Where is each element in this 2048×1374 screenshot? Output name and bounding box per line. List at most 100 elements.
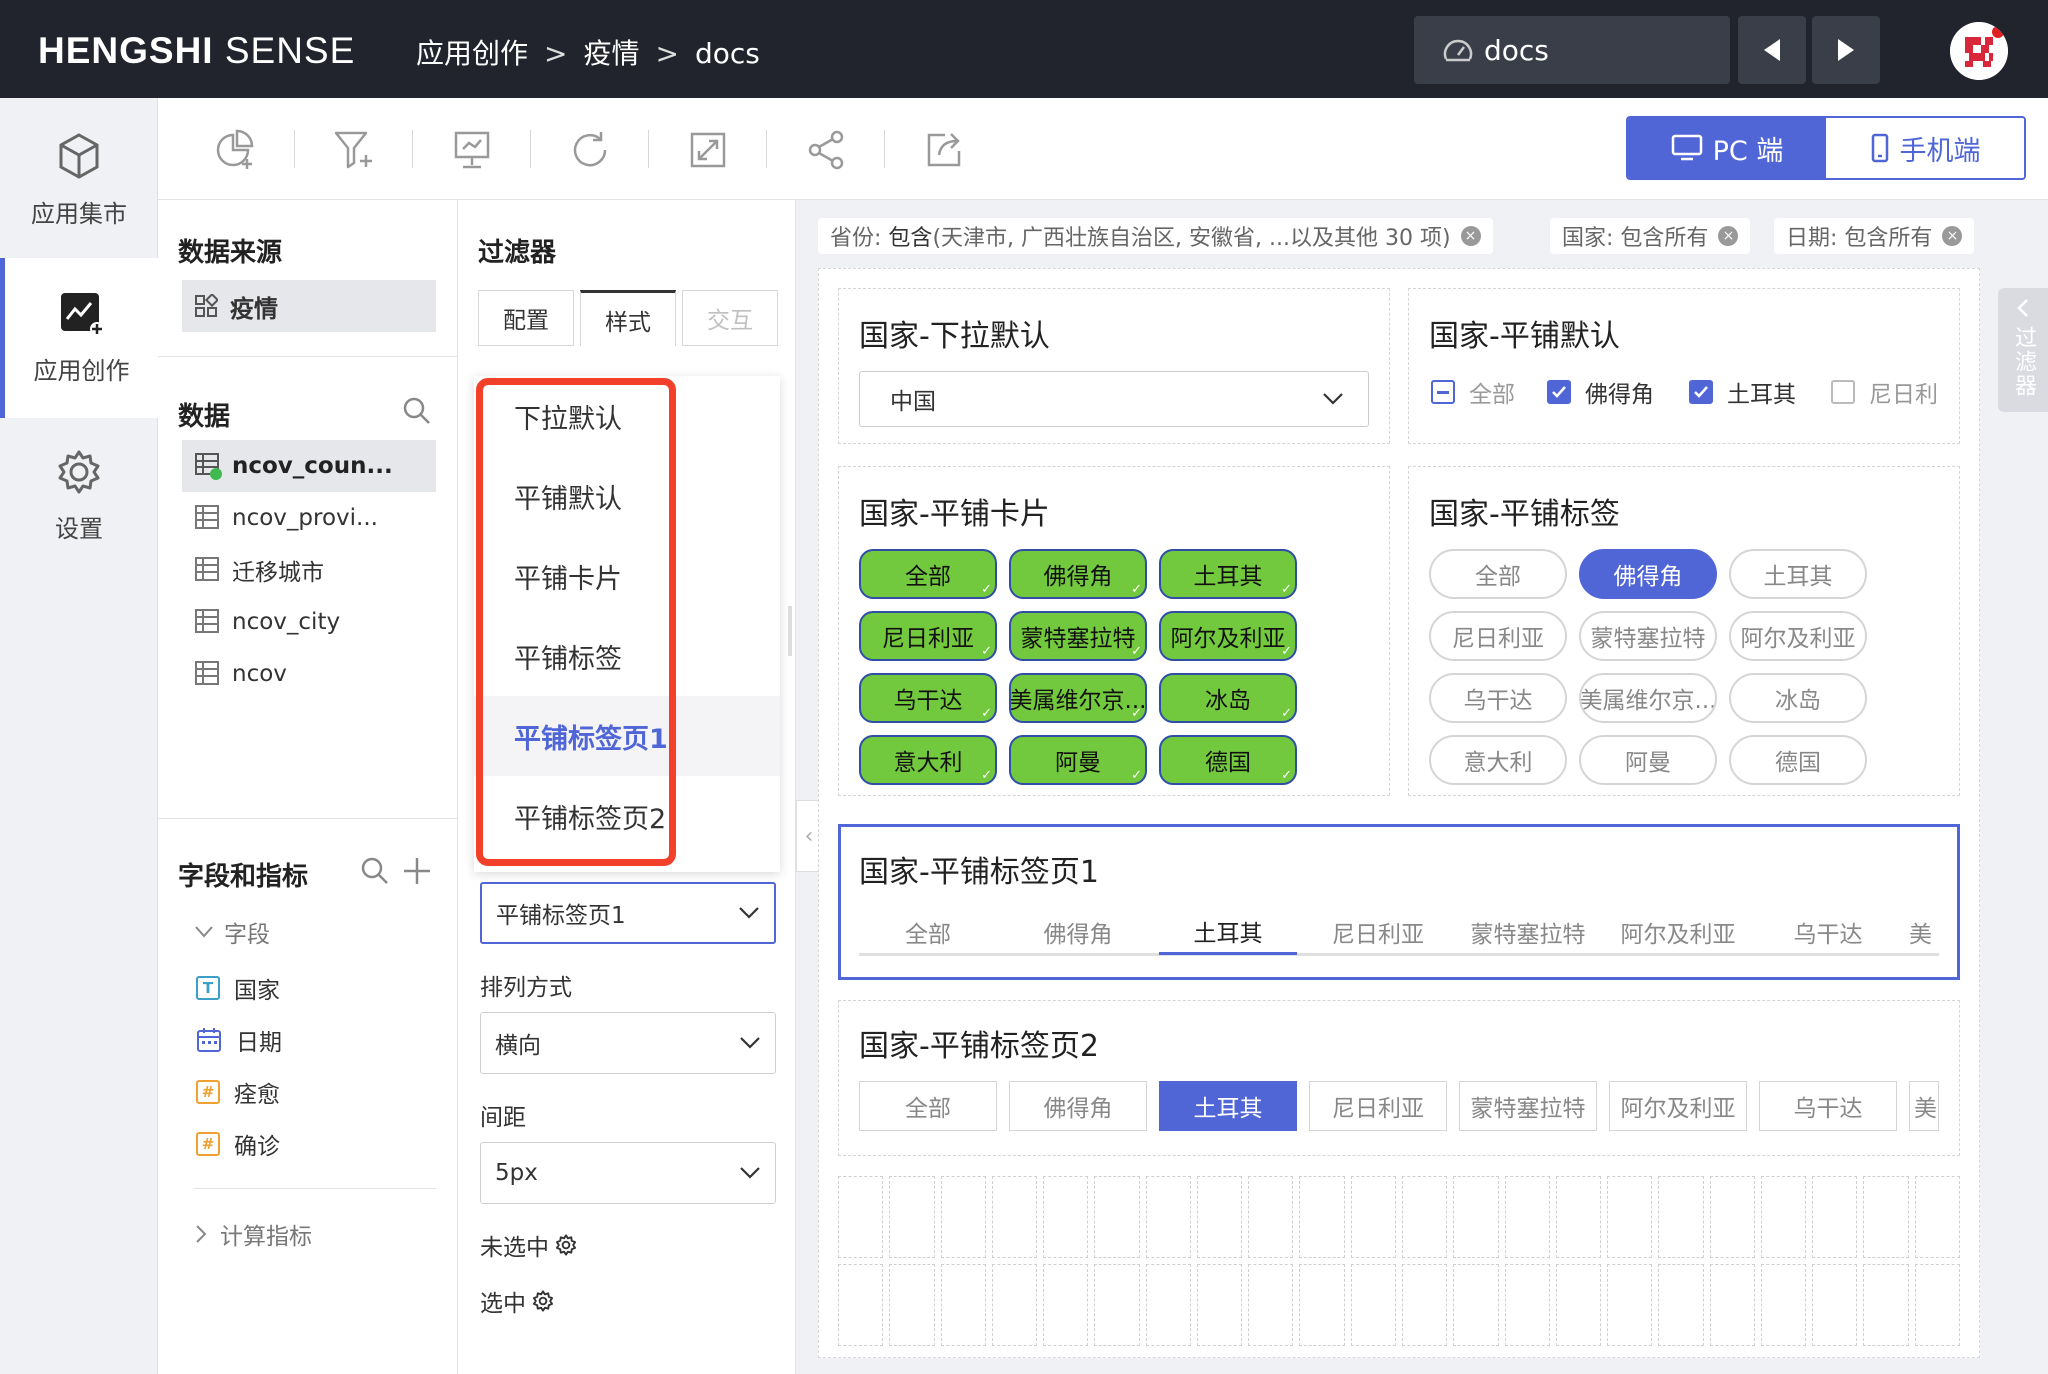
dropdown-option[interactable]: 平铺标签页2 (474, 776, 780, 856)
checkbox-item[interactable]: 土耳其 (1689, 375, 1796, 409)
card-option[interactable]: 德国 (1159, 735, 1297, 785)
unselected-style-setting[interactable]: 未选中 (480, 1228, 577, 1262)
arrange-select[interactable]: 横向 (480, 1012, 776, 1074)
tab-option[interactable]: 美 (1909, 909, 1939, 955)
fields-group-toggle[interactable]: 字段 (194, 912, 270, 952)
mobile-mode-button[interactable]: 手机端 (1826, 118, 2024, 178)
next-dashboard-button[interactable] (1812, 16, 1880, 84)
dropdown-scrollbar[interactable] (788, 606, 792, 656)
style-select[interactable]: 平铺标签页1 (480, 882, 776, 944)
calc-metrics-toggle[interactable]: 计算指标 (194, 1214, 312, 1254)
card-option[interactable]: 意大利 (859, 735, 997, 785)
widget-country-tab-page1[interactable]: 国家-平铺标签页1 全部 佛得角 土耳其 尼日利亚 蒙特塞拉特 阿尔及利亚 乌干… (838, 824, 1960, 980)
tab-option-selected[interactable]: 土耳其 (1159, 909, 1297, 955)
add-field-button[interactable] (402, 856, 432, 890)
avatar[interactable] (1950, 22, 2008, 80)
widget-country-dropdown[interactable]: 国家-下拉默认 中国 (838, 288, 1390, 444)
card-option[interactable]: 尼日利亚 (859, 611, 997, 661)
refresh-button[interactable] (566, 126, 614, 174)
pc-mode-button[interactable]: PC 端 (1628, 118, 1826, 178)
tag-option[interactable]: 冰岛 (1729, 673, 1867, 723)
tag-option[interactable]: 土耳其 (1729, 549, 1867, 599)
tag-option[interactable]: 阿尔及利亚 (1729, 611, 1867, 661)
dropdown-option[interactable]: 平铺默认 (474, 456, 780, 536)
tab-option-selected[interactable]: 土耳其 (1159, 1081, 1297, 1131)
field-item[interactable]: # 痊愈 (196, 1072, 280, 1112)
dropdown-option[interactable]: 平铺卡片 (474, 536, 780, 616)
side-filter-tab[interactable]: 过滤器 (1998, 288, 2048, 412)
checkbox-item[interactable]: 尼日利 (1831, 375, 1947, 409)
card-option[interactable]: 全部 (859, 549, 997, 599)
tab-style[interactable]: 样式 (580, 290, 676, 346)
tab-option[interactable]: 蒙特塞拉特 (1459, 909, 1597, 955)
previous-dashboard-button[interactable] (1738, 16, 1806, 84)
tab-option[interactable]: 乌干达 (1759, 909, 1897, 955)
add-chart-button[interactable] (212, 126, 260, 174)
tag-option[interactable]: 乌干达 (1429, 673, 1567, 723)
tab-option[interactable]: 全部 (859, 1081, 997, 1131)
table-item[interactable]: 迁移城市 (182, 544, 436, 596)
card-option[interactable]: 美属维尔京... (1009, 673, 1147, 723)
tag-option[interactable]: 蒙特塞拉特 (1579, 611, 1717, 661)
close-icon[interactable]: × (1460, 226, 1481, 246)
fullscreen-button[interactable] (684, 126, 732, 174)
rail-item-create[interactable]: 应用创作 (0, 258, 158, 418)
tag-option[interactable]: 德国 (1729, 735, 1867, 785)
field-item[interactable]: T 国家 (196, 968, 280, 1008)
table-item[interactable]: ncov (182, 648, 436, 700)
widget-country-tab-page2[interactable]: 国家-平铺标签页2 全部 佛得角 土耳其 尼日利亚 蒙特塞拉特 阿尔及利亚 乌干… (838, 1000, 1960, 1156)
tab-option[interactable]: 全部 (859, 909, 997, 955)
tag-option[interactable]: 意大利 (1429, 735, 1567, 785)
data-source-item[interactable]: 疫情 (182, 280, 436, 332)
widget-country-tile-default[interactable]: 国家-平铺默认 全部 佛得角 土耳其 尼日利 (1408, 288, 1960, 444)
breadcrumb-item[interactable]: 应用创作 (416, 37, 528, 70)
close-icon[interactable]: × (1718, 226, 1739, 246)
selected-style-setting[interactable]: 选中 (480, 1284, 554, 1318)
tag-option-selected[interactable]: 佛得角 (1579, 549, 1717, 599)
rail-item-market[interactable]: 应用集市 (0, 100, 158, 260)
tab-option[interactable]: 美 (1909, 1081, 1939, 1131)
widget-country-tile-card[interactable]: 国家-平铺卡片 全部 佛得角 土耳其 尼日利亚 蒙特塞拉特 阿尔及利亚 乌干达 … (838, 466, 1390, 796)
widget-country-tile-tag[interactable]: 国家-平铺标签 全部 佛得角 土耳其 尼日利亚 蒙特塞拉特 阿尔及利亚 乌干达 … (1408, 466, 1960, 796)
tab-option[interactable]: 佛得角 (1009, 909, 1147, 955)
add-presentation-button[interactable] (448, 126, 496, 174)
table-item[interactable]: ncov_city (182, 596, 436, 648)
tab-option[interactable]: 尼日利亚 (1309, 1081, 1447, 1131)
table-item[interactable]: ncov_coun... (182, 440, 436, 492)
field-item[interactable]: 日期 (196, 1020, 282, 1060)
card-option[interactable]: 蒙特塞拉特 (1009, 611, 1147, 661)
tab-interaction[interactable]: 交互 (682, 290, 778, 346)
table-item[interactable]: ncov_provi... (182, 492, 436, 544)
tag-option[interactable]: 阿曼 (1579, 735, 1717, 785)
tag-option[interactable]: 美属维尔京... (1579, 673, 1717, 723)
filter-chip-province[interactable]: 省份: 包含 (天津市, 广西壮族自治区, 安徽省, ...以及其他 30 项) … (818, 218, 1493, 254)
tab-config[interactable]: 配置 (478, 290, 574, 346)
country-select[interactable]: 中国 (859, 371, 1369, 427)
dropdown-option[interactable]: 平铺标签 (474, 616, 780, 696)
search-data-button[interactable] (402, 396, 432, 430)
card-option[interactable]: 土耳其 (1159, 549, 1297, 599)
tab-option[interactable]: 蒙特塞拉特 (1459, 1081, 1597, 1131)
tab-option[interactable]: 佛得角 (1009, 1081, 1147, 1131)
tab-option[interactable]: 阿尔及利亚 (1609, 1081, 1747, 1131)
rail-item-settings[interactable]: 设置 (0, 416, 158, 576)
close-icon[interactable]: × (1942, 226, 1963, 246)
search-fields-button[interactable] (360, 856, 390, 890)
checkbox-all[interactable]: 全部 (1431, 375, 1515, 409)
card-option[interactable]: 阿尔及利亚 (1159, 611, 1297, 661)
tab-option[interactable]: 乌干达 (1759, 1081, 1897, 1131)
tab-option[interactable]: 尼日利亚 (1309, 909, 1447, 955)
add-filter-button[interactable] (330, 126, 378, 174)
spacing-select[interactable]: 5px (480, 1142, 776, 1204)
field-item[interactable]: # 确诊 (196, 1124, 280, 1164)
tab-option[interactable]: 阿尔及利亚 (1609, 909, 1747, 955)
checkbox-item[interactable]: 佛得角 (1547, 375, 1654, 409)
tag-option[interactable]: 全部 (1429, 549, 1567, 599)
card-option[interactable]: 阿曼 (1009, 735, 1147, 785)
dropdown-option[interactable]: 下拉默认 (474, 376, 780, 456)
card-option[interactable]: 佛得角 (1009, 549, 1147, 599)
breadcrumb-item[interactable]: 疫情 (583, 37, 639, 70)
card-option[interactable]: 冰岛 (1159, 673, 1297, 723)
share-button[interactable] (802, 126, 850, 174)
filter-chip-date[interactable]: 日期: 包含所有 × (1774, 218, 1975, 254)
